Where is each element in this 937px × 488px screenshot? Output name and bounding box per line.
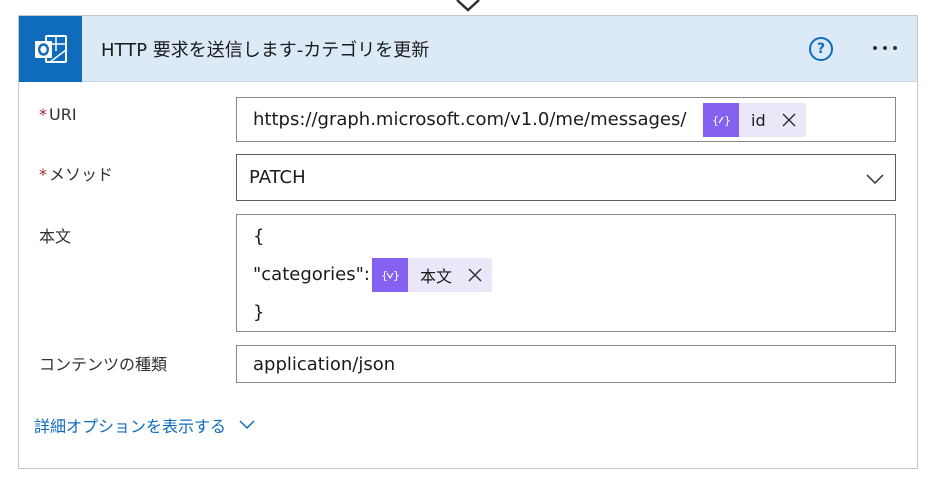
content-type-value: application/json — [253, 354, 396, 375]
uri-input[interactable]: https://graph.microsoft.com/v1.0/me/mess… — [236, 97, 896, 142]
expression-icon: {} — [703, 103, 739, 137]
more-options-button[interactable] — [865, 36, 905, 60]
svg-text:{: { — [712, 114, 719, 127]
uri-id-token[interactable]: {} id — [703, 103, 806, 137]
variable-icon: {} — [372, 258, 408, 292]
svg-text:{: { — [381, 269, 388, 282]
connector-arrow-icon — [456, 0, 480, 12]
body-categories-key: "categories": — [253, 264, 370, 285]
more-dot-icon — [873, 46, 877, 50]
body-input[interactable]: { "categories": {} 本文 } — [236, 214, 896, 332]
action-card: HTTP 要求を送信します-カテゴリを更新 ? * URI https://gra… — [18, 15, 918, 469]
svg-text:}: } — [393, 269, 399, 282]
outlook-icon — [19, 16, 82, 82]
method-select[interactable]: PATCH — [236, 154, 896, 201]
chevron-down-icon — [239, 420, 255, 430]
uri-token-label: id — [751, 110, 766, 130]
body-token-label: 本文 — [420, 267, 453, 286]
advanced-options-label: 詳細オプションを表示する — [34, 417, 227, 436]
chevron-down-icon — [866, 174, 884, 185]
content-type-label: コンテンツの種類 — [39, 355, 168, 374]
uri-label-text: URI — [49, 105, 77, 124]
required-mark: * — [39, 165, 47, 184]
more-dot-icon — [893, 46, 897, 50]
action-header[interactable]: HTTP 要求を送信します-カテゴリを更新 ? — [19, 16, 917, 82]
method-label-text: メソッド — [49, 165, 114, 184]
method-label: * メソッド — [39, 161, 113, 185]
help-button[interactable]: ? — [809, 37, 833, 61]
close-icon[interactable] — [464, 258, 486, 292]
content-type-input[interactable]: application/json — [236, 345, 896, 383]
uri-label: * URI — [39, 105, 77, 124]
body-open-brace: { — [253, 226, 265, 247]
action-title: HTTP 要求を送信します-カテゴリを更新 — [101, 40, 430, 61]
required-mark: * — [39, 105, 47, 124]
uri-value: https://graph.microsoft.com/v1.0/me/mess… — [253, 109, 687, 130]
body-label: 本文 — [39, 227, 72, 246]
close-icon[interactable] — [778, 103, 800, 137]
more-dot-icon — [883, 46, 887, 50]
show-advanced-options-link[interactable]: 詳細オプションを表示する — [34, 413, 256, 437]
body-close-brace: } — [253, 302, 265, 323]
body-variable-token[interactable]: {} 本文 — [372, 258, 493, 292]
method-value: PATCH — [249, 167, 306, 188]
svg-text:}: } — [724, 114, 730, 127]
